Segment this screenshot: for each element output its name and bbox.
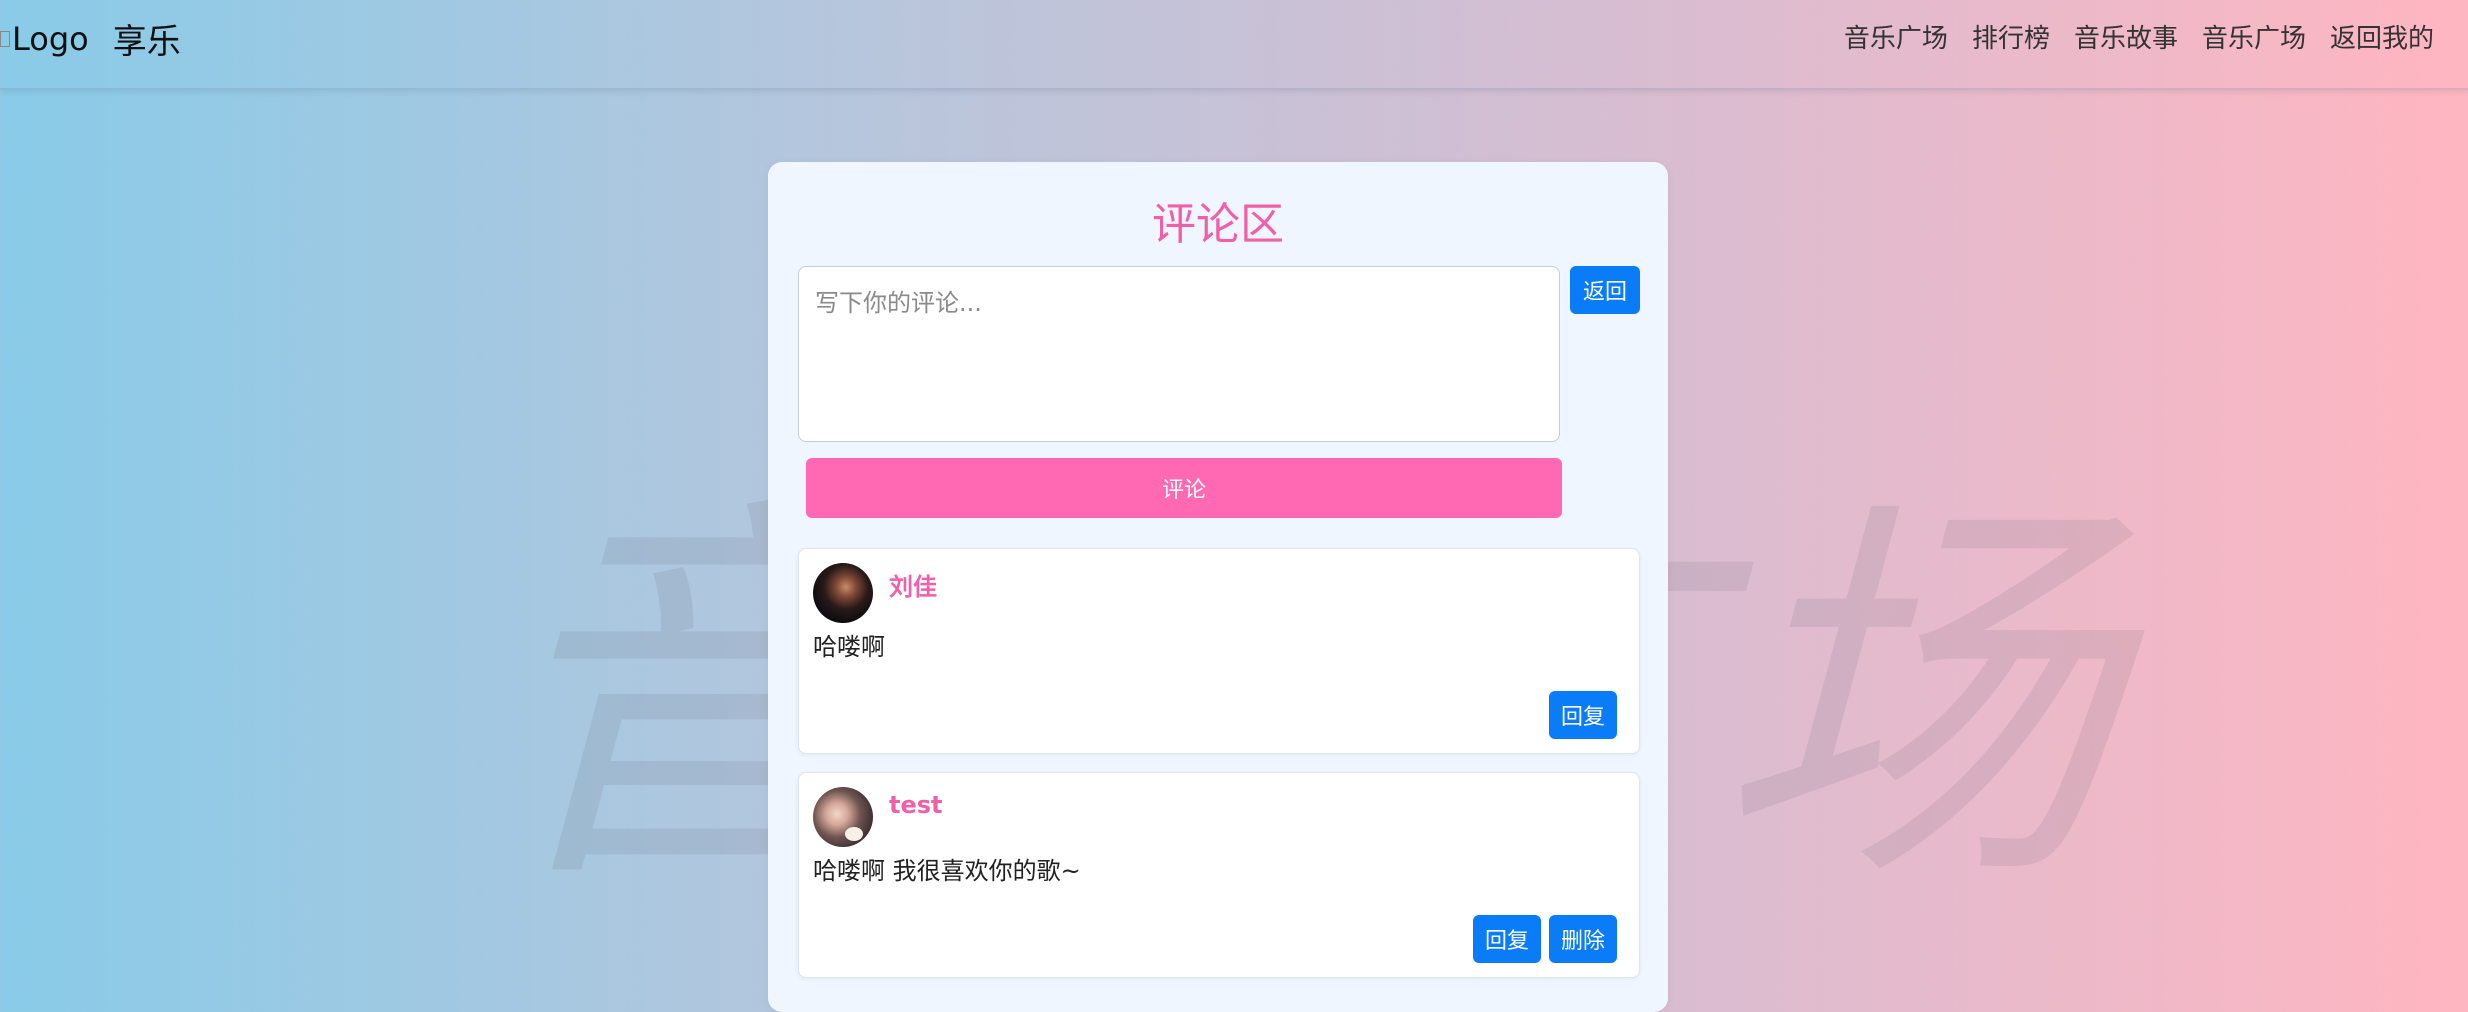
logo-alt-text: Logo [12,19,89,58]
panel-title: 评论区 [1152,199,1284,250]
comment-text: 哈喽啊 [813,633,885,661]
comment-card: test 哈喽啊 我很喜欢你的歌~ 回复 删除 [798,772,1640,978]
top-header: Logo 享乐 音乐广场 排行榜 音乐故事 音乐广场 返回我的 [0,0,2468,90]
back-button[interactable]: 返回 [1570,266,1640,314]
submit-comment-button[interactable]: 评论 [806,458,1562,518]
broken-image-icon [0,30,10,47]
nav-charts[interactable]: 排行榜 [1972,18,2050,55]
avatar[interactable] [813,787,873,847]
logo-area[interactable]: Logo 享乐 [0,14,181,63]
nav-back-to-mine[interactable]: 返回我的 [2330,18,2434,55]
comment-username[interactable]: 刘佳 [889,567,937,602]
comment-panel: 评论区 返回 评论 刘佳 哈喽啊 回复 test 哈喽啊 我很喜欢你的歌~ 回复… [768,162,1668,1012]
comment-text: 哈喽啊 我很喜欢你的歌~ [813,857,1081,885]
brand-name: 享乐 [112,22,181,62]
reply-button[interactable]: 回复 [1549,691,1618,739]
logo-image: Logo [0,20,89,58]
avatar[interactable] [813,563,873,623]
delete-button[interactable]: 删除 [1549,915,1618,963]
main-nav: 音乐广场 排行榜 音乐故事 音乐广场 返回我的 [1844,18,2434,55]
nav-music-square-2[interactable]: 音乐广场 [2202,18,2306,55]
comment-username[interactable]: test [889,791,943,819]
reply-button[interactable]: 回复 [1473,915,1542,963]
nav-music-square[interactable]: 音乐广场 [1844,18,1948,55]
comment-input[interactable] [798,266,1560,442]
nav-music-stories[interactable]: 音乐故事 [2074,18,2178,55]
comment-card: 刘佳 哈喽啊 回复 [798,548,1640,754]
